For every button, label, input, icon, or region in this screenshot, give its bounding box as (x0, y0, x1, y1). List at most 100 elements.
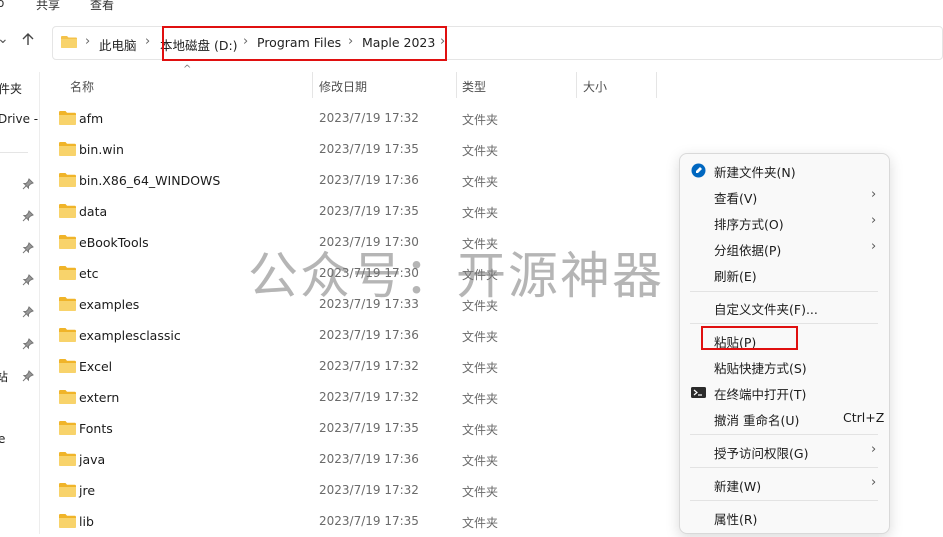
file-type: 文件夹 (462, 206, 499, 220)
menu-item-sort-by[interactable]: 排序方式(O) › (680, 210, 889, 234)
up-arrow-icon[interactable] (21, 32, 35, 50)
file-name[interactable]: examples (79, 297, 139, 312)
folder-icon (59, 514, 76, 528)
chevron-right-icon[interactable]: › (145, 34, 150, 49)
folder-icon (59, 390, 76, 404)
chevron-right-icon: › (871, 187, 877, 202)
file-row[interactable]: afm 2023/7/19 17:32 文件夹 (52, 103, 677, 134)
chevron-down-icon[interactable]: ⌄ (0, 31, 9, 47)
menu-separator (690, 434, 878, 435)
column-header-modified[interactable]: 修改日期 (319, 78, 367, 95)
sort-ascending-icon: ^ (183, 64, 192, 75)
file-modified: 2023/7/19 17:32 (319, 483, 419, 497)
sidebar-item[interactable]: 件夹 (0, 80, 22, 97)
menu-item-group-by[interactable]: 分组依据(P) › (680, 236, 889, 260)
menu-item-paste-shortcut[interactable]: 粘贴快捷方式(S) (680, 354, 889, 378)
file-name[interactable]: afm (79, 111, 103, 126)
sidebar-item[interactable]: e (0, 432, 5, 446)
file-modified: 2023/7/19 17:36 (319, 452, 419, 466)
file-modified: 2023/7/19 17:32 (319, 390, 419, 404)
file-type: 文件夹 (462, 330, 499, 344)
file-row[interactable]: data 2023/7/19 17:35 文件夹 (52, 196, 677, 227)
file-name[interactable]: Fonts (79, 421, 113, 436)
folder-icon (59, 142, 76, 156)
tab-view[interactable]: 查看 (90, 0, 114, 13)
file-name[interactable]: java (79, 452, 105, 467)
terminal-icon (691, 387, 706, 398)
menu-item-view[interactable]: 查看(V) › (680, 184, 889, 208)
column-divider[interactable] (456, 72, 457, 98)
menu-label: 撤消 重命名(U) (714, 413, 800, 428)
menu-label: 新建文件夹(N) (714, 165, 796, 180)
file-row[interactable]: jre 2023/7/19 17:32 文件夹 (52, 475, 677, 506)
menu-item-give-access[interactable]: 授予访问权限(G) › (680, 439, 889, 463)
ribbon-fragment[interactable]: o (0, 0, 4, 10)
file-row[interactable]: lib 2023/7/19 17:35 文件夹 (52, 506, 677, 537)
file-type: 文件夹 (462, 361, 499, 375)
folder-icon (59, 452, 76, 466)
menu-item-open-terminal[interactable]: 在终端中打开(T) (680, 380, 889, 404)
menu-label: 新建(W) (714, 479, 762, 494)
menu-label: 自定义文件夹(F)... (714, 302, 818, 317)
pin-icon[interactable] (22, 338, 34, 350)
file-row[interactable]: Fonts 2023/7/19 17:35 文件夹 (52, 413, 677, 444)
folder-icon (59, 359, 76, 373)
file-row[interactable]: examplesclassic 2023/7/19 17:36 文件夹 (52, 320, 677, 351)
menu-item-new[interactable]: 新建(W) › (680, 472, 889, 496)
column-divider[interactable] (576, 72, 577, 98)
file-type: 文件夹 (462, 113, 499, 127)
menu-item-refresh[interactable]: 刷新(E) (680, 262, 889, 286)
file-name[interactable]: Excel (79, 359, 112, 374)
file-name[interactable]: bin.X86_64_WINDOWS (79, 173, 220, 188)
menu-label: 分组依据(P) (714, 243, 782, 258)
folder-icon (59, 111, 76, 125)
menu-separator (690, 323, 878, 324)
file-type: 文件夹 (462, 485, 499, 499)
file-name[interactable]: extern (79, 390, 119, 405)
sidebar-item-onedrive[interactable]: Drive - (0, 112, 38, 126)
sidebar-item[interactable]: 站 (0, 368, 8, 385)
breadcrumb-this-pc[interactable]: 此电脑 (99, 35, 137, 54)
column-header-type[interactable]: 类型 (462, 78, 486, 95)
file-type: 文件夹 (462, 175, 499, 189)
file-row[interactable]: Excel 2023/7/19 17:32 文件夹 (52, 351, 677, 382)
pin-icon[interactable] (22, 274, 34, 286)
menu-label: 在终端中打开(T) (714, 387, 807, 402)
file-modified: 2023/7/19 17:36 (319, 328, 419, 342)
new-folder-icon (691, 163, 706, 178)
file-name[interactable]: etc (79, 266, 98, 281)
chevron-right-icon[interactable]: › (85, 34, 90, 49)
file-name[interactable]: data (79, 204, 107, 219)
menu-item-undo-rename[interactable]: 撤消 重命名(U) Ctrl+Z (680, 406, 889, 430)
pin-icon[interactable] (22, 242, 34, 254)
file-row[interactable]: java 2023/7/19 17:36 文件夹 (52, 444, 677, 475)
file-modified: 2023/7/19 17:32 (319, 111, 419, 125)
folder-icon (59, 297, 76, 311)
file-modified: 2023/7/19 17:32 (319, 359, 419, 373)
file-modified: 2023/7/19 17:36 (319, 173, 419, 187)
file-name[interactable]: lib (79, 514, 94, 529)
file-name[interactable]: eBookTools (79, 235, 149, 250)
menu-label: 查看(V) (714, 191, 758, 206)
file-row[interactable]: extern 2023/7/19 17:32 文件夹 (52, 382, 677, 413)
pin-icon[interactable] (22, 370, 34, 382)
file-name[interactable]: bin.win (79, 142, 124, 157)
menu-item-new-folder[interactable]: 新建文件夹(N) (680, 158, 889, 182)
column-header-name[interactable]: 名称 (70, 78, 94, 95)
file-row[interactable]: bin.X86_64_WINDOWS 2023/7/19 17:36 文件夹 (52, 165, 677, 196)
column-divider[interactable] (312, 72, 313, 98)
menu-label: 授予访问权限(G) (714, 446, 809, 461)
file-name[interactable]: jre (79, 483, 95, 498)
file-name[interactable]: examplesclassic (79, 328, 181, 343)
menu-item-customize-folder[interactable]: 自定义文件夹(F)... (680, 295, 889, 319)
menu-item-properties[interactable]: 属性(R) (680, 505, 889, 529)
column-header-size[interactable]: 大小 (583, 78, 607, 95)
tab-share[interactable]: 共享 (36, 0, 60, 13)
file-row[interactable]: bin.win 2023/7/19 17:35 文件夹 (52, 134, 677, 165)
file-type: 文件夹 (462, 392, 499, 406)
pin-icon[interactable] (22, 306, 34, 318)
pin-icon[interactable] (22, 210, 34, 222)
pin-icon[interactable] (22, 178, 34, 190)
pane-divider[interactable] (39, 72, 40, 534)
column-divider[interactable] (656, 72, 657, 98)
